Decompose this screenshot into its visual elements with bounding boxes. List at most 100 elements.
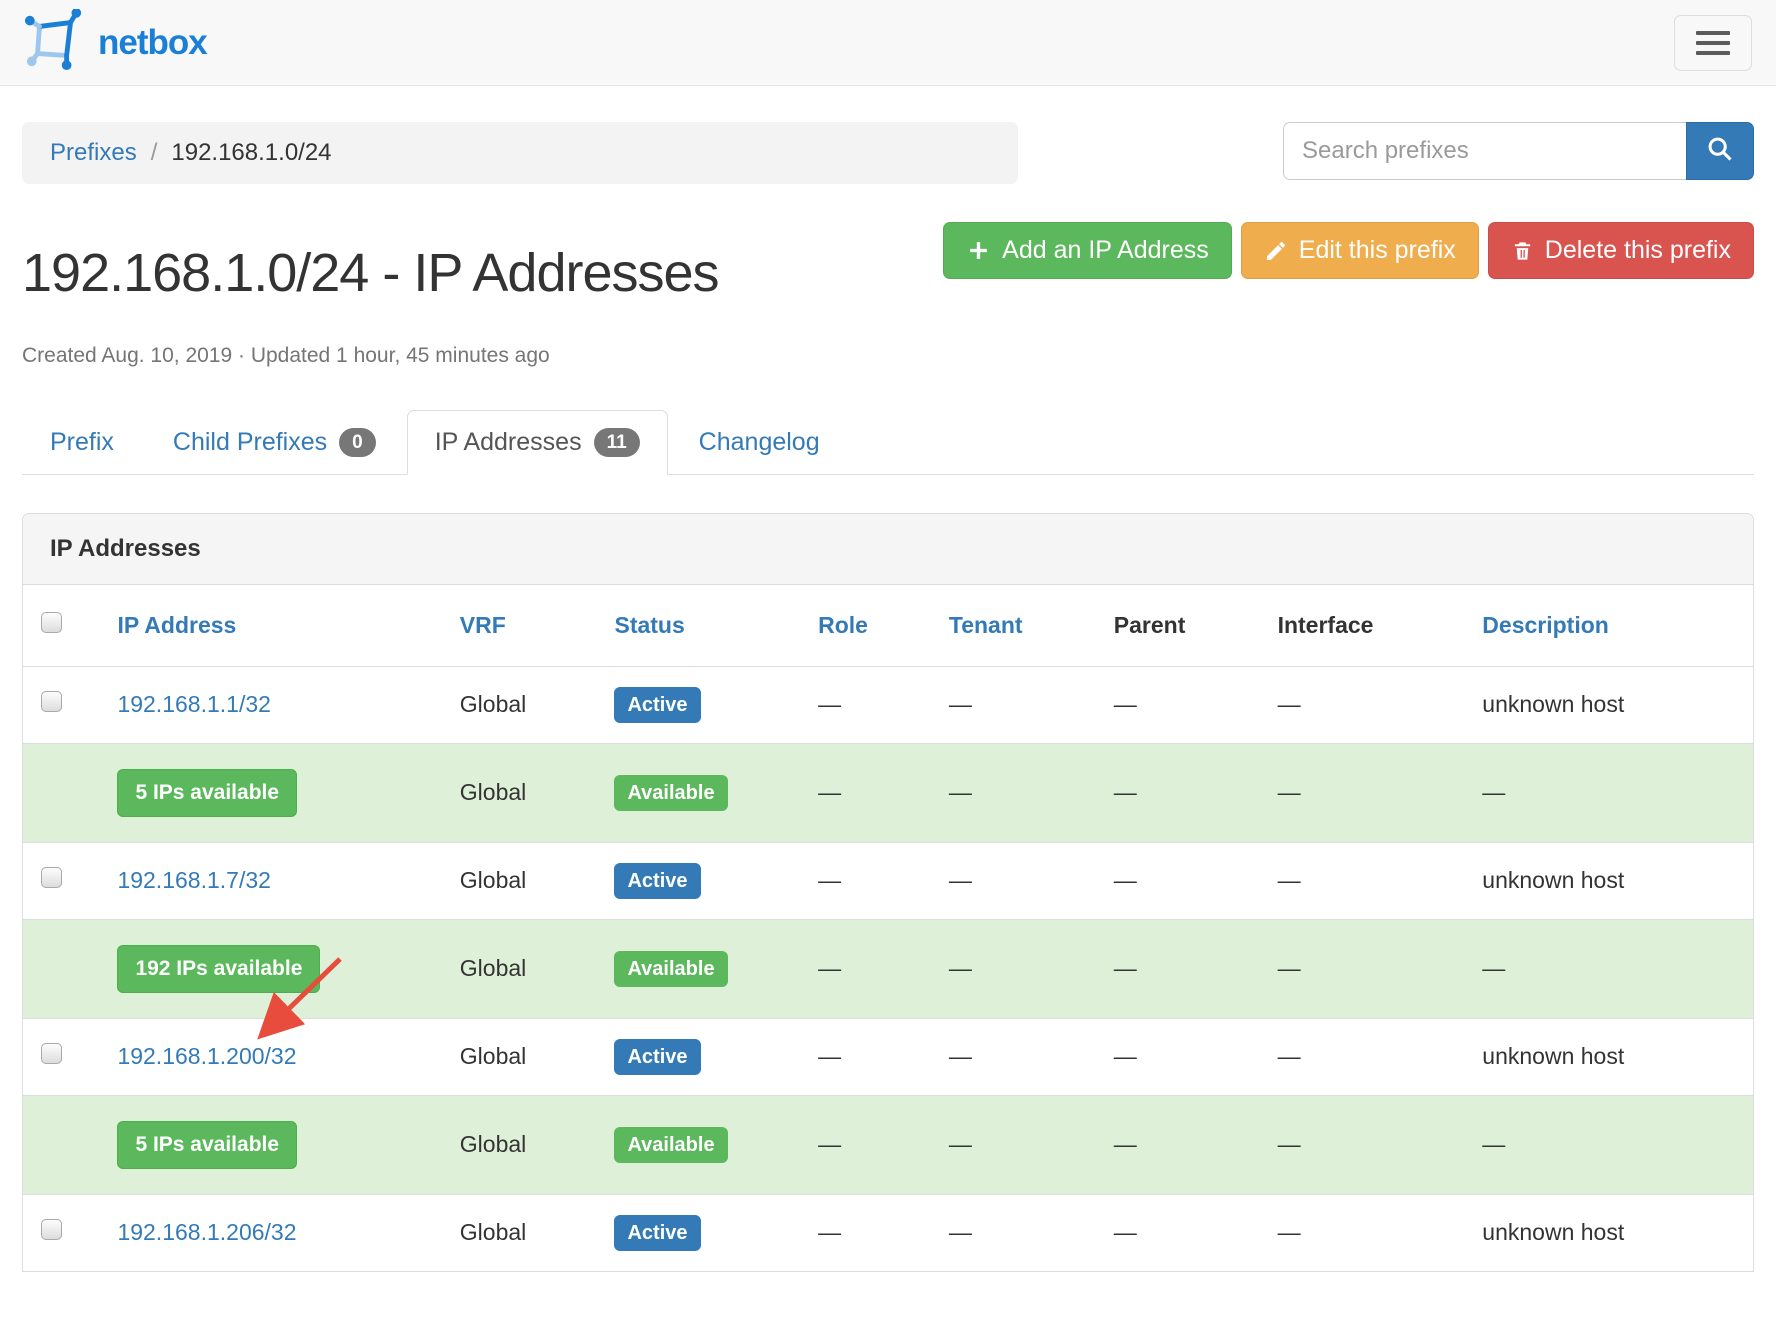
vrf-cell: Global — [451, 742, 607, 843]
vrf-cell: Global — [451, 841, 607, 920]
description-cell: — — [1474, 1094, 1753, 1195]
interface-cell: — — [1269, 918, 1475, 1019]
parent-cell: — — [1105, 841, 1270, 920]
role-cell: — — [810, 1094, 941, 1195]
row-checkbox[interactable] — [41, 867, 62, 889]
row-checkbox[interactable] — [41, 1219, 62, 1241]
interface-cell: — — [1269, 1193, 1475, 1271]
row-checkbox[interactable] — [41, 691, 62, 713]
tenant-cell: — — [940, 841, 1106, 920]
description-cell: unknown host — [1474, 665, 1753, 744]
column-header-role[interactable]: Role — [810, 585, 941, 667]
edit-prefix-button[interactable]: Edit this prefix — [1240, 222, 1479, 279]
vrf-cell: Global — [451, 918, 607, 1019]
breadcrumb-prefixes-link[interactable]: Prefixes — [50, 139, 137, 167]
tab-label: Changelog — [698, 427, 820, 456]
interface-cell: — — [1269, 665, 1475, 744]
role-cell: — — [810, 665, 941, 744]
table-header-row: IP Address VRF Status Role Tenant Parent Inter… — [23, 585, 1753, 667]
action-buttons: Add an IP Address Edit this prefix Delete … — [943, 222, 1754, 279]
available-ips-row: 5 IPs available Global Available — — — — — — [23, 742, 1753, 843]
tenant-cell: — — [940, 665, 1106, 744]
description-cell: unknown host — [1474, 1193, 1753, 1271]
column-header-parent: Parent — [1113, 611, 1186, 638]
search-button[interactable] — [1686, 122, 1754, 180]
column-header-tenant[interactable]: Tenant — [941, 585, 1106, 667]
main-content: Prefixes / 192.168.1.0/24 Add an IP Addr… — [0, 122, 1776, 1272]
ips-available-button[interactable]: 5 IPs available — [117, 768, 298, 817]
status-badge: Active — [614, 862, 701, 899]
search-form — [1283, 122, 1754, 180]
parent-cell: — — [1105, 1193, 1270, 1271]
vrf-cell: Global — [451, 665, 607, 744]
ip-address-row: 192.168.1.7/32 Global Active — — — — unknown ho… — [23, 841, 1753, 920]
vrf-cell: Global — [451, 1017, 607, 1096]
breadcrumb-current: 192.168.1.0/24 — [171, 139, 332, 166]
tenant-cell: — — [940, 1193, 1106, 1271]
ip-address-link[interactable]: 192.168.1.1/32 — [117, 691, 270, 717]
tenant-cell: — — [940, 918, 1106, 1019]
tab-count-badge: 11 — [593, 427, 640, 457]
status-badge: Active — [614, 1214, 701, 1251]
tab-prefix[interactable]: Prefix — [22, 410, 142, 475]
role-cell: — — [810, 918, 941, 1019]
column-header-status[interactable]: Status — [606, 585, 810, 667]
ip-address-link[interactable]: 192.168.1.200/32 — [117, 1043, 296, 1069]
tenant-cell: — — [940, 1017, 1106, 1096]
tab-ip-addresses[interactable]: IP Addresses 11 — [406, 409, 668, 475]
parent-cell: — — [1105, 742, 1270, 843]
ip-addresses-panel: IP Addresses IP Address VRF Status Role Tena… — [22, 512, 1754, 1272]
available-ips-row: 5 IPs available Global Available — — — — — — [23, 1094, 1753, 1195]
breadcrumb: Prefixes / 192.168.1.0/24 — [22, 122, 1018, 184]
search-input[interactable] — [1283, 122, 1686, 180]
brand-name: netbox — [98, 22, 208, 62]
button-label: Edit this prefix — [1298, 236, 1456, 264]
search-icon — [1706, 135, 1734, 168]
column-header-vrf[interactable]: VRF — [452, 585, 607, 667]
column-header-ip-address[interactable]: IP Address — [109, 585, 451, 667]
ips-available-button[interactable]: 192 IPs available — [117, 944, 321, 993]
parent-cell: — — [1105, 1017, 1270, 1096]
created-updated-meta: Created Aug. 10, 2019 · Updated 1 hour, … — [22, 343, 550, 367]
available-ips-row: 192 IPs available Global Available — — — — — — [23, 918, 1753, 1019]
role-cell: — — [810, 1193, 941, 1271]
panel-title: IP Addresses — [23, 513, 1753, 585]
ip-address-link[interactable]: 192.168.1.7/32 — [117, 867, 270, 893]
status-badge: Active — [614, 686, 701, 723]
status-badge: Available — [614, 1126, 728, 1163]
tab-child-prefixes[interactable]: Child Prefixes 0 — [145, 410, 404, 475]
ip-address-row: 192.168.1.1/32 Global Active — — — — unknown ho… — [23, 665, 1753, 744]
ip-address-row: 192.168.1.200/32 Global Active — — — — unknown … — [23, 1017, 1753, 1096]
tab-changelog[interactable]: Changelog — [671, 410, 848, 475]
vrf-cell: Global — [451, 1193, 607, 1271]
vrf-cell: Global — [451, 1094, 607, 1195]
description-cell: unknown host — [1474, 841, 1753, 920]
ips-available-button[interactable]: 5 IPs available — [117, 1120, 298, 1169]
plus-icon — [966, 238, 991, 263]
ip-address-link[interactable]: 192.168.1.206/32 — [117, 1219, 296, 1245]
select-all-checkbox[interactable] — [41, 611, 62, 633]
breadcrumb-separator: / — [150, 139, 158, 166]
netbox-brand[interactable]: netbox — [24, 8, 208, 76]
tenant-cell: — — [940, 742, 1106, 843]
button-label: Add an IP Address — [1002, 236, 1209, 264]
hamburger-icon — [1696, 30, 1730, 35]
interface-cell: — — [1269, 1094, 1475, 1195]
status-badge: Available — [614, 950, 728, 987]
parent-cell: — — [1105, 665, 1270, 744]
column-header-interface: Interface — [1277, 611, 1374, 638]
parent-cell: — — [1105, 918, 1270, 1019]
delete-prefix-button[interactable]: Delete this prefix — [1487, 222, 1754, 279]
tenant-cell: — — [940, 1094, 1106, 1195]
interface-cell: — — [1269, 742, 1475, 843]
tab-label: Prefix — [50, 427, 114, 456]
description-cell: — — [1474, 918, 1753, 1019]
row-checkbox[interactable] — [41, 1043, 62, 1065]
tab-label: IP Addresses — [434, 427, 582, 456]
description-cell: — — [1474, 742, 1753, 843]
description-cell: unknown host — [1474, 1017, 1753, 1096]
column-header-description[interactable]: Description — [1474, 585, 1753, 667]
hamburger-menu-button[interactable] — [1674, 14, 1752, 71]
ip-address-row: 192.168.1.206/32 Global Active — — — — unknown … — [23, 1193, 1753, 1271]
add-ip-address-button[interactable]: Add an IP Address — [943, 222, 1232, 279]
